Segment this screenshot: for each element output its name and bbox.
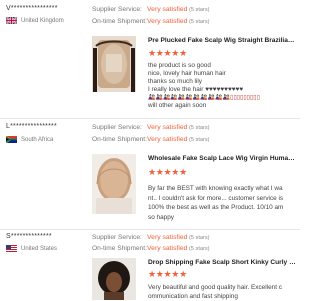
shipment-stars: (5 stars) (189, 246, 210, 252)
product-title-link[interactable]: Drop Shipping Fake Scalp Short Kinky Cur… (148, 259, 298, 266)
review-line: 🎎🎎🎎🎎🎎🎎🎎🎎🎎🎎🎎▯▯▯▯▯▯▯▯▯ (148, 95, 260, 101)
supplier-service-label: Supplier Service: (92, 6, 142, 13)
reviewer-name: L**************** (6, 123, 57, 130)
review-text: Very beautiful and good quality hair. Ex… (148, 283, 298, 301)
review-text: By far the BEST with knowing exactly wha… (148, 184, 298, 222)
reviewer-country: United States (6, 245, 57, 252)
product-thumbnail[interactable] (92, 258, 136, 300)
country-name: United States (21, 245, 58, 252)
review-line: the product is so good (148, 62, 211, 69)
shipment-label: On-time Shipment: (92, 136, 147, 143)
reviewer-name: S************** (6, 233, 52, 240)
review-line: By far the BEST with knowing exactly wha… (148, 185, 283, 192)
review-text: the product is so good nice, lovely hair… (148, 62, 298, 110)
product-title-link[interactable]: Pre Plucked Fake Scalp Wig Straight Braz… (148, 37, 298, 44)
rating-stars: ★★★★★ (148, 269, 187, 279)
review-line: Very beautiful and good quality hair. Ex… (148, 284, 282, 291)
reviewer-name: V**************** (6, 5, 58, 12)
shipment-value: Very satisfied (147, 18, 188, 25)
shipment-value: Very satisfied (147, 245, 188, 252)
shipment-label: On-time Shipment: (92, 18, 147, 25)
review-line: nice, lovely hair human hair (148, 70, 226, 77)
supplier-service-label: Supplier Service: (92, 124, 142, 131)
supplier-service-stars: (5 stars) (189, 7, 210, 13)
review-line: 100% the best as well as the Product. 10… (148, 204, 284, 211)
review-line: nt.. I couldn't ask for more... customer… (148, 194, 284, 202)
country-name: United Kingdom (21, 17, 64, 24)
shipment-value: Very satisfied (147, 136, 188, 143)
country-name: South Africa (21, 136, 54, 143)
uk-flag-icon (6, 17, 17, 24)
supplier-service-label: Supplier Service: (92, 234, 142, 241)
product-thumbnail[interactable] (92, 36, 136, 92)
supplier-service-value: Very satisfied (147, 6, 188, 13)
review-line: so happy (148, 213, 174, 221)
shipment-stars: (5 stars) (189, 19, 210, 25)
shipment-stars: (5 stars) (189, 137, 210, 143)
reviewer-country: United Kingdom (6, 17, 64, 24)
reviewer-country: South Africa (6, 136, 53, 143)
us-flag-icon (6, 245, 17, 252)
product-title-link[interactable]: Wholesale Fake Scalp Lace Wig Virgin Hum… (148, 155, 298, 162)
shipment-label: On-time Shipment: (92, 245, 147, 252)
supplier-service-stars: (5 stars) (189, 235, 210, 241)
rating-stars: ★★★★★ (148, 48, 187, 58)
review-item: S************** United States Supplier S… (0, 230, 300, 300)
rating-stars: ★★★★★ (148, 167, 187, 177)
review-line: I really love the hair ♥♥♥♥♥♥♥♥♥♥ (148, 86, 244, 93)
supplier-service-value: Very satisfied (147, 234, 188, 241)
review-item: V**************** United Kingdom Supplie… (0, 0, 300, 118)
supplier-service-value: Very satisfied (147, 124, 188, 131)
product-thumbnail[interactable] (92, 154, 136, 214)
review-line: thanks so much lily (148, 78, 202, 85)
supplier-service-stars: (5 stars) (189, 125, 210, 131)
review-line: will other again soon (148, 102, 207, 109)
south-africa-flag-icon (6, 136, 17, 143)
review-item: L**************** South Africa Supplier … (0, 119, 300, 229)
